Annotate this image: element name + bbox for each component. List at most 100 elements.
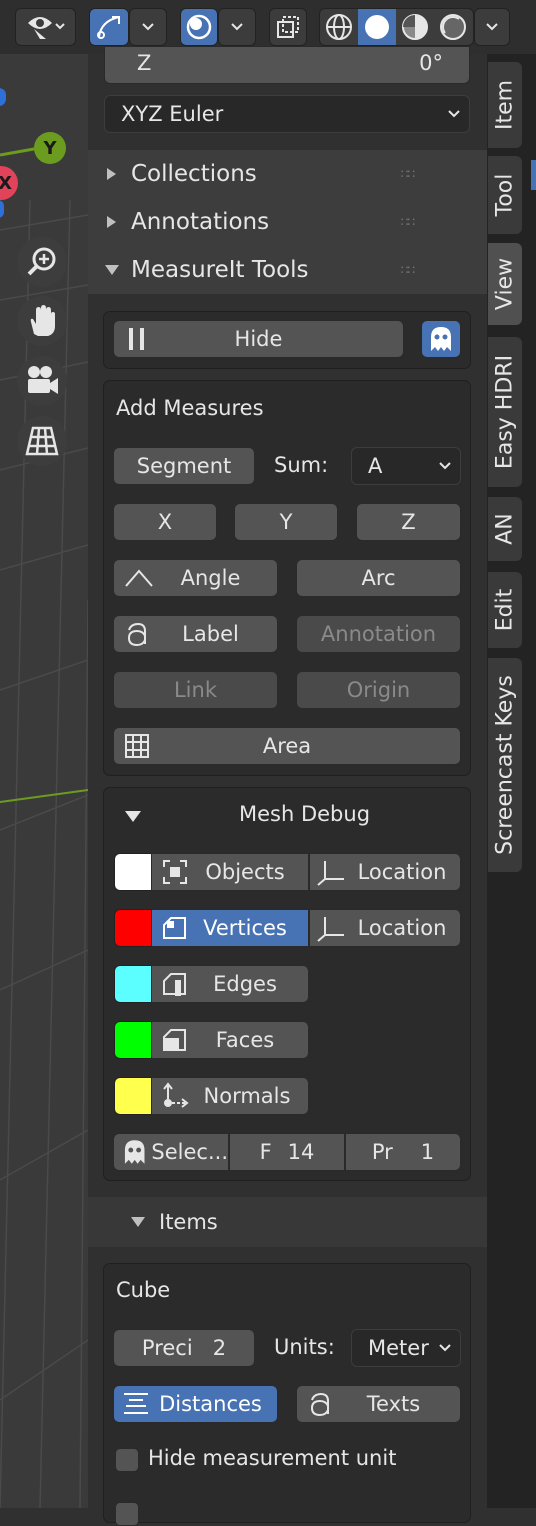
sum-label: Sum:	[274, 453, 329, 477]
objects-toggle[interactable]: Objects	[151, 853, 309, 891]
tab-view-label: View	[492, 257, 518, 311]
collections-panel-header[interactable]: Collections ∷∷	[104, 152, 484, 196]
objects-location-toggle[interactable]: Location	[309, 853, 461, 891]
normals-toggle[interactable]: Normals	[151, 1077, 309, 1115]
texts-label: Texts	[366, 1392, 421, 1416]
camera-icon	[28, 366, 58, 394]
precision-field[interactable]: Pr 1	[345, 1133, 461, 1171]
vertices-color-swatch[interactable]	[114, 909, 152, 947]
ghost-toggle[interactable]	[421, 320, 461, 358]
drag-handle-icon[interactable]: ∷∷	[401, 167, 415, 181]
vertices-toggle[interactable]: Vertices	[151, 909, 309, 947]
camera-view-button[interactable]	[17, 356, 67, 406]
font-size-field[interactable]: F 14	[229, 1133, 345, 1171]
objects-color-swatch[interactable]	[114, 853, 152, 891]
chevron-down-icon	[486, 23, 498, 31]
rotation-mode-dropdown[interactable]: XYZ Euler	[104, 95, 470, 133]
edges-toggle[interactable]: Edges	[151, 965, 309, 1003]
y-button[interactable]: Y	[234, 503, 338, 541]
faces-label: Faces	[215, 1028, 275, 1052]
hide-unit-checkbox[interactable]	[115, 1448, 139, 1472]
edges-color-swatch[interactable]	[114, 965, 152, 1003]
annotations-title: Annotations	[131, 209, 270, 235]
overlay-dropdown[interactable]	[218, 8, 256, 46]
hide-label: Hide	[234, 327, 283, 351]
zoom-button[interactable]	[17, 237, 67, 287]
distances-toggle[interactable]: Distances	[113, 1385, 278, 1423]
triangle-down-icon	[131, 1217, 145, 1227]
items-panel-header[interactable]: Items	[130, 1200, 470, 1244]
eye-icon	[27, 17, 65, 39]
scroll-indicator[interactable]	[531, 160, 536, 190]
z-button[interactable]: Z	[356, 503, 461, 541]
gizmo-dropdown[interactable]	[129, 8, 167, 46]
tab-item[interactable]: Item	[488, 62, 522, 148]
shading-solid-button[interactable]	[358, 9, 396, 45]
gizmo-x-label: X	[0, 172, 12, 194]
gizmo-y-label: Y	[43, 137, 57, 159]
origin-label: Origin	[346, 678, 411, 702]
annotation-button[interactable]: Annotation	[296, 615, 461, 653]
shading-rendered-button[interactable]	[434, 9, 472, 45]
visibility-dropdown[interactable]	[15, 8, 76, 46]
ortho-toggle-button[interactable]	[17, 416, 67, 466]
faces-color-swatch[interactable]	[114, 1021, 152, 1059]
units-dropdown[interactable]: Meter	[351, 1329, 461, 1367]
text-a-icon	[310, 1392, 329, 1417]
tab-easy-hdri[interactable]: Easy HDRI	[488, 337, 522, 487]
vertices-location-toggle[interactable]: Location	[309, 909, 461, 947]
gizmo-y-axis[interactable]: Y	[34, 132, 66, 164]
measureit-panel-header[interactable]: MeasureIt Tools ∷∷	[104, 248, 484, 292]
precision-stepper[interactable]: Preci 2	[113, 1329, 255, 1367]
rotation-mode-value: XYZ Euler	[121, 102, 224, 126]
texts-toggle[interactable]: Texts	[296, 1385, 461, 1423]
select-ghost-button[interactable]: Selec...	[113, 1133, 229, 1171]
units-label: Units:	[274, 1335, 335, 1359]
link-label: Link	[173, 678, 217, 702]
precision-label: Pr	[371, 1140, 393, 1164]
origin-button[interactable]: Origin	[296, 671, 461, 709]
drag-handle-icon[interactable]: ∷∷	[401, 215, 415, 229]
rotation-z-field[interactable]: Z 0°	[104, 46, 470, 84]
hide-unit-label: Hide measurement unit	[148, 1446, 397, 1470]
tab-edit[interactable]: Edit	[488, 572, 522, 648]
measureit-title: MeasureIt Tools	[131, 257, 309, 283]
precision-stepper-value: 2	[212, 1336, 227, 1360]
tab-screencast-keys[interactable]: Screencast Keys	[488, 658, 522, 872]
tab-tool[interactable]: Tool	[488, 156, 522, 234]
segment-button[interactable]: Segment	[113, 447, 255, 485]
drag-handle-icon[interactable]: ∷∷	[401, 263, 415, 277]
label-button[interactable]: Label	[113, 615, 278, 653]
sum-value: A	[368, 454, 383, 478]
shading-dropdown[interactable]	[474, 8, 510, 46]
font-size-label: F	[259, 1140, 272, 1164]
edges-label: Edges	[213, 972, 277, 996]
location-label: Location	[357, 916, 447, 940]
gizmo-toggle[interactable]	[89, 8, 129, 46]
tab-an[interactable]: AN	[488, 497, 522, 561]
sum-dropdown[interactable]: A	[351, 447, 461, 485]
shading-material-button[interactable]	[396, 9, 434, 45]
area-button[interactable]: Area	[113, 727, 461, 765]
xray-toggle[interactable]	[269, 8, 307, 46]
hide-button[interactable]: Hide	[113, 320, 404, 358]
zoom-icon	[27, 247, 56, 276]
x-button[interactable]: X	[113, 503, 217, 541]
viewport[interactable]: Y X	[0, 0, 88, 1508]
pan-button[interactable]	[17, 296, 67, 346]
tab-view[interactable]: View	[488, 243, 522, 325]
y-label: Y	[279, 510, 293, 534]
link-button[interactable]: Link	[113, 671, 278, 709]
mesh-debug-header[interactable]: Mesh Debug	[116, 797, 466, 835]
overlay-toggle[interactable]	[180, 8, 218, 46]
faces-toggle[interactable]: Faces	[151, 1021, 309, 1059]
angle-button[interactable]: Angle	[113, 559, 278, 597]
annotations-panel-header[interactable]: Annotations ∷∷	[104, 200, 484, 244]
arc-button[interactable]: Arc	[296, 559, 461, 597]
next-option-checkbox[interactable]	[115, 1502, 139, 1526]
gizmo-icon	[97, 16, 120, 39]
shading-wireframe-button[interactable]	[320, 9, 358, 45]
normals-color-swatch[interactable]	[114, 1077, 152, 1115]
tab-an-label: AN	[492, 513, 518, 545]
collections-title: Collections	[131, 161, 257, 187]
